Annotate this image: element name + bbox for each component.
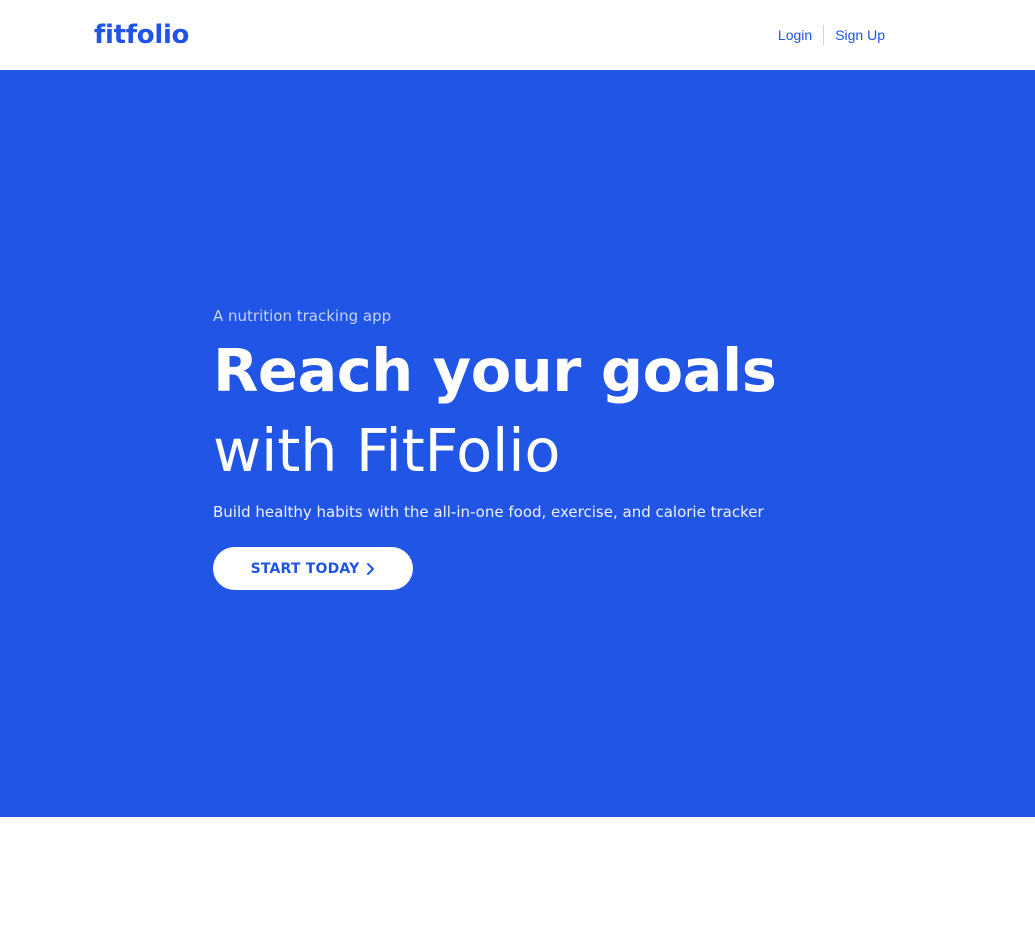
- login-link[interactable]: Login: [778, 24, 812, 46]
- hero-headline-line-1: Reach your goals: [213, 336, 777, 405]
- start-today-button[interactable]: START TODAY: [213, 547, 413, 590]
- top-navbar: fitfolio Login Sign Up: [0, 0, 1035, 70]
- hero-section: A nutrition tracking app Reach your goal…: [0, 70, 1035, 817]
- brand-logo[interactable]: fitfolio: [94, 16, 189, 54]
- signup-link[interactable]: Sign Up: [835, 24, 885, 46]
- hero-subtitle: Build healthy habits with the all-in-one…: [213, 503, 764, 521]
- chevron-right-icon: [365, 562, 375, 576]
- hero-eyebrow: A nutrition tracking app: [213, 307, 392, 325]
- auth-links: Login Sign Up: [778, 24, 885, 46]
- hero-headline: Reach your goals with FitFolio: [213, 331, 853, 491]
- hero-headline-line-2: with FitFolio: [213, 416, 561, 485]
- auth-divider: [823, 25, 825, 45]
- hero-content: A nutrition tracking app Reach your goal…: [213, 305, 853, 590]
- start-today-label: START TODAY: [250, 560, 360, 577]
